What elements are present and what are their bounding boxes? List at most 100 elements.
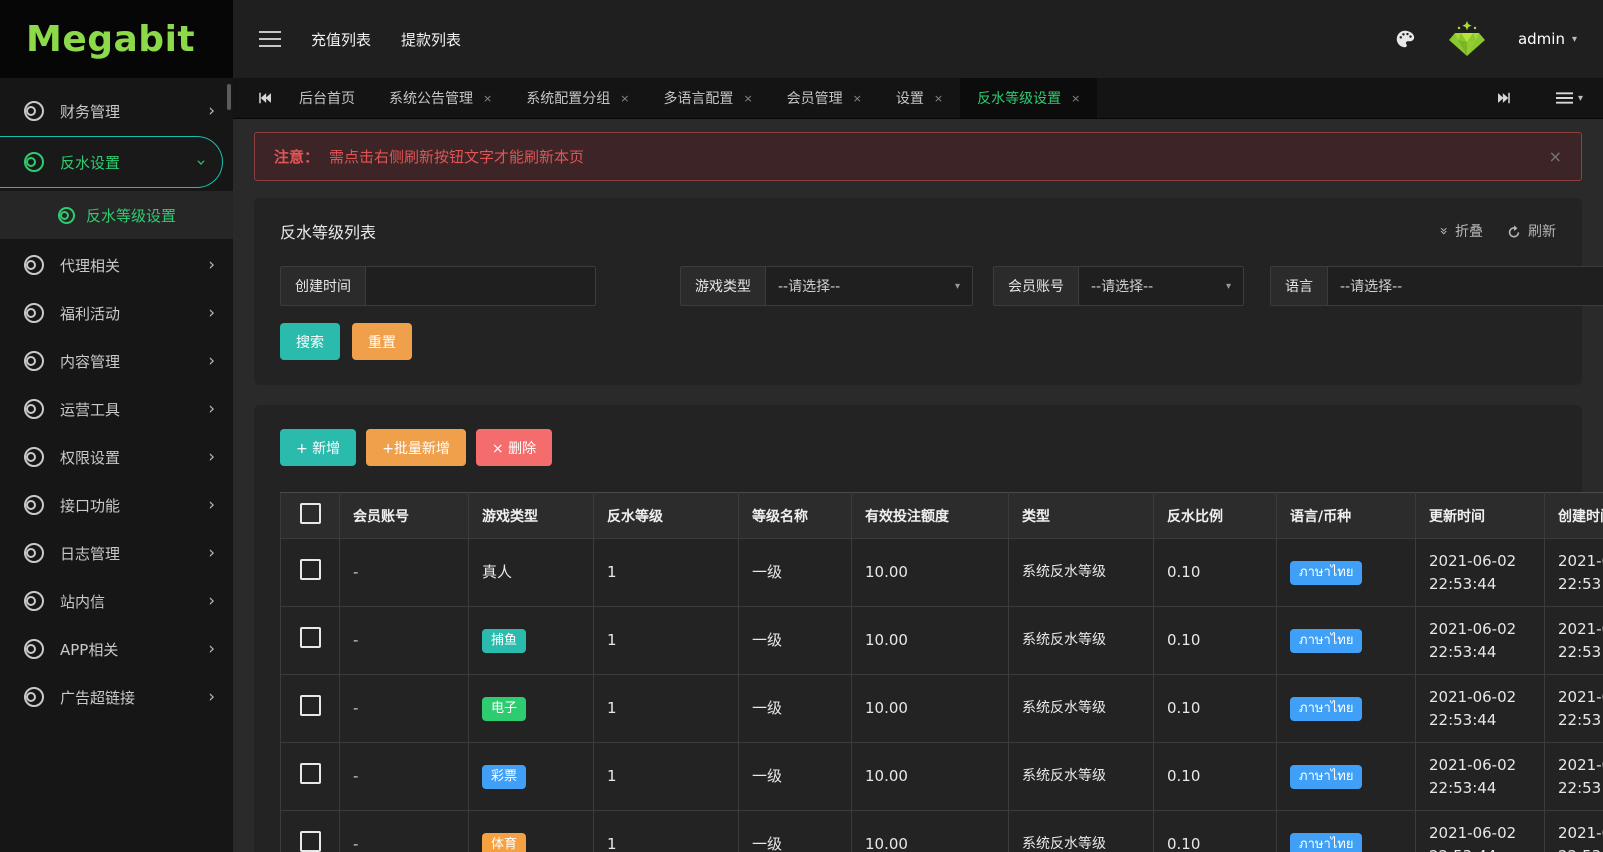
alert-close-icon[interactable]: × [1549,147,1562,166]
cell-ratio: 0.10 [1153,810,1277,852]
sidebar-item[interactable]: 福利活动 [0,290,233,336]
sidebar-item[interactable]: 权限设置 [0,434,233,480]
cell-valid-bet: 10.00 [851,674,1009,743]
sidebar-subitem[interactable]: 反水等级设置 [0,191,233,239]
row-checkbox[interactable] [299,762,321,784]
collapse-button[interactable]: 折叠 [1439,221,1483,241]
notice-alert: 注意： 需点击右侧刷新按钮文字才能刷新本页 × [254,132,1582,181]
cell-language: ภาษาไทย [1276,606,1416,675]
tab-label: 系统配置分组 [526,91,611,107]
sidebar-item-label: 内容管理 [60,352,121,371]
column-header: 更新时间 [1415,492,1545,539]
row-checkbox[interactable] [299,694,321,716]
filter-field[interactable]: --请选择-- [766,267,972,305]
tab[interactable]: 多语言配置 × [646,78,769,118]
topbar-nav-link[interactable]: 提款列表 [401,29,461,50]
tab[interactable]: 会员管理 × [770,78,879,118]
cell-created-time: 2021-06-02 22:53:44 [1544,606,1603,675]
add-button[interactable]: + 新增 [280,429,357,466]
cell-type: 系统反水等级 [1008,538,1154,607]
batch-add-button[interactable]: +批量新增 [366,429,466,466]
sidebar-item[interactable]: 接口功能 [0,482,233,528]
sidebar-item[interactable]: 代理相关 [0,242,233,288]
app-root: Megabit 财务管理 反水设置 反水等级设置 代理相关 福利活动 内容管理 … [0,0,1603,852]
sidebar-item[interactable]: 运营工具 [0,386,233,432]
column-header: 有效投注额度 [851,492,1009,539]
sidebar-item[interactable]: 内容管理 [0,338,233,384]
search-button[interactable]: 搜索 [280,323,340,360]
column-header: 等级名称 [738,492,852,539]
tabs: 后台首页 系统公告管理 × 系统配置分组 × 多语言配置 × 会员管理 × 设置… [282,78,1098,118]
tab-close-icon[interactable]: × [743,92,752,105]
ring-icon [58,206,75,224]
filter-group: 会员账号 --请选择-- [993,266,1244,306]
sidebar-item-label: 接口功能 [60,496,121,515]
tabs-menu-icon[interactable] [1546,91,1593,105]
chevron-icon [208,353,215,370]
tab[interactable]: 设置 × [879,78,960,118]
tab-close-icon[interactable]: × [934,92,943,105]
filter-field[interactable] [366,267,595,305]
language-badge: ภาษาไทย [1290,764,1363,790]
cell-game-type: 电子 [468,674,594,743]
tab-close-icon[interactable]: × [853,92,862,105]
ring-icon [24,303,44,323]
tab-close-icon[interactable]: × [620,92,629,105]
cell-account: - [339,606,469,675]
chevron-icon [208,305,215,322]
sidebar-item[interactable]: APP相关 [0,626,233,672]
cell-valid-bet: 10.00 [851,606,1009,675]
cell-valid-bet: 10.00 [851,538,1009,607]
row-checkbox[interactable] [299,626,321,648]
tab[interactable]: 后台首页 [282,78,372,118]
cell-updated-time: 2021-06-02 22:53:44 [1415,606,1545,675]
sidebar-item-label: 福利活动 [60,304,121,323]
filter-label: 语言 [1271,267,1328,305]
tab[interactable]: 系统公告管理 × [372,78,509,118]
sidebar-scrollbar-thumb[interactable] [227,84,231,110]
cell-updated-time: 2021-06-02 22:53:44 [1415,674,1545,743]
tabs-scroll-right-icon[interactable] [1487,91,1522,105]
sidebar-item-label: 运营工具 [60,400,121,419]
cell-created-time: 2021-06-02 22:53:44 [1544,538,1603,607]
filter-field[interactable]: --请选择-- [1079,267,1243,305]
tab[interactable]: 反水等级设置 × [960,78,1098,118]
sidebar-item-label: 反水设置 [60,153,121,172]
sidebar-item[interactable]: 站内信 [0,578,233,624]
sidebar-item[interactable]: 日志管理 [0,530,233,576]
user-menu[interactable]: admin [1518,30,1577,48]
row-select-cell [280,742,340,811]
sidebar-item[interactable]: 广告超链接 [0,674,233,720]
filter-field[interactable]: --请选择-- [1328,267,1603,305]
sidebar-toggle-button[interactable] [259,31,281,47]
tabs-scroll-left-icon[interactable] [247,78,282,118]
sidebar-item[interactable]: 反水设置 [0,136,223,188]
cell-updated-time: 2021-06-02 22:53:44 [1415,742,1545,811]
cell-rebate-level: 1 [593,810,739,852]
tab[interactable]: 系统配置分组 × [509,78,646,118]
refresh-button[interactable]: 刷新 [1507,221,1556,241]
brand-logo[interactable]: Megabit [0,0,233,78]
table-panel: + 新增 +批量新增 × 删除 会员账号 游戏类型 反水等级 等级名称 有效投注额度 类型 反水… [254,405,1603,852]
select-all-cell [280,492,340,539]
tab-close-icon[interactable]: × [483,92,492,105]
select-all-checkbox[interactable] [299,503,321,524]
reset-button[interactable]: 重置 [352,323,412,360]
row-checkbox[interactable] [299,558,321,580]
theme-palette-icon[interactable] [1394,28,1416,50]
sidebar-item-label: 站内信 [60,592,106,611]
sidebar-subitem-label: 反水等级设置 [86,206,177,225]
tab-close-icon[interactable]: × [1071,92,1080,105]
filter-value: --请选择-- [1340,279,1403,295]
ring-icon [24,152,44,172]
gem-diamond-icon[interactable] [1446,20,1488,58]
row-select-cell [280,538,340,607]
sidebar-item[interactable]: 财务管理 [0,88,233,134]
delete-button[interactable]: × 删除 [475,429,553,466]
topbar-nav-link[interactable]: 充值列表 [311,29,371,50]
table-body: - 真人 1 一级 10.00 系统反水等级 0.10 ภาษาไทย 2021… [280,538,1603,852]
brand-logo-text: Megabit [26,18,196,60]
tab-label: 设置 [895,91,924,107]
cell-account: - [339,674,469,743]
row-checkbox[interactable] [299,830,321,852]
